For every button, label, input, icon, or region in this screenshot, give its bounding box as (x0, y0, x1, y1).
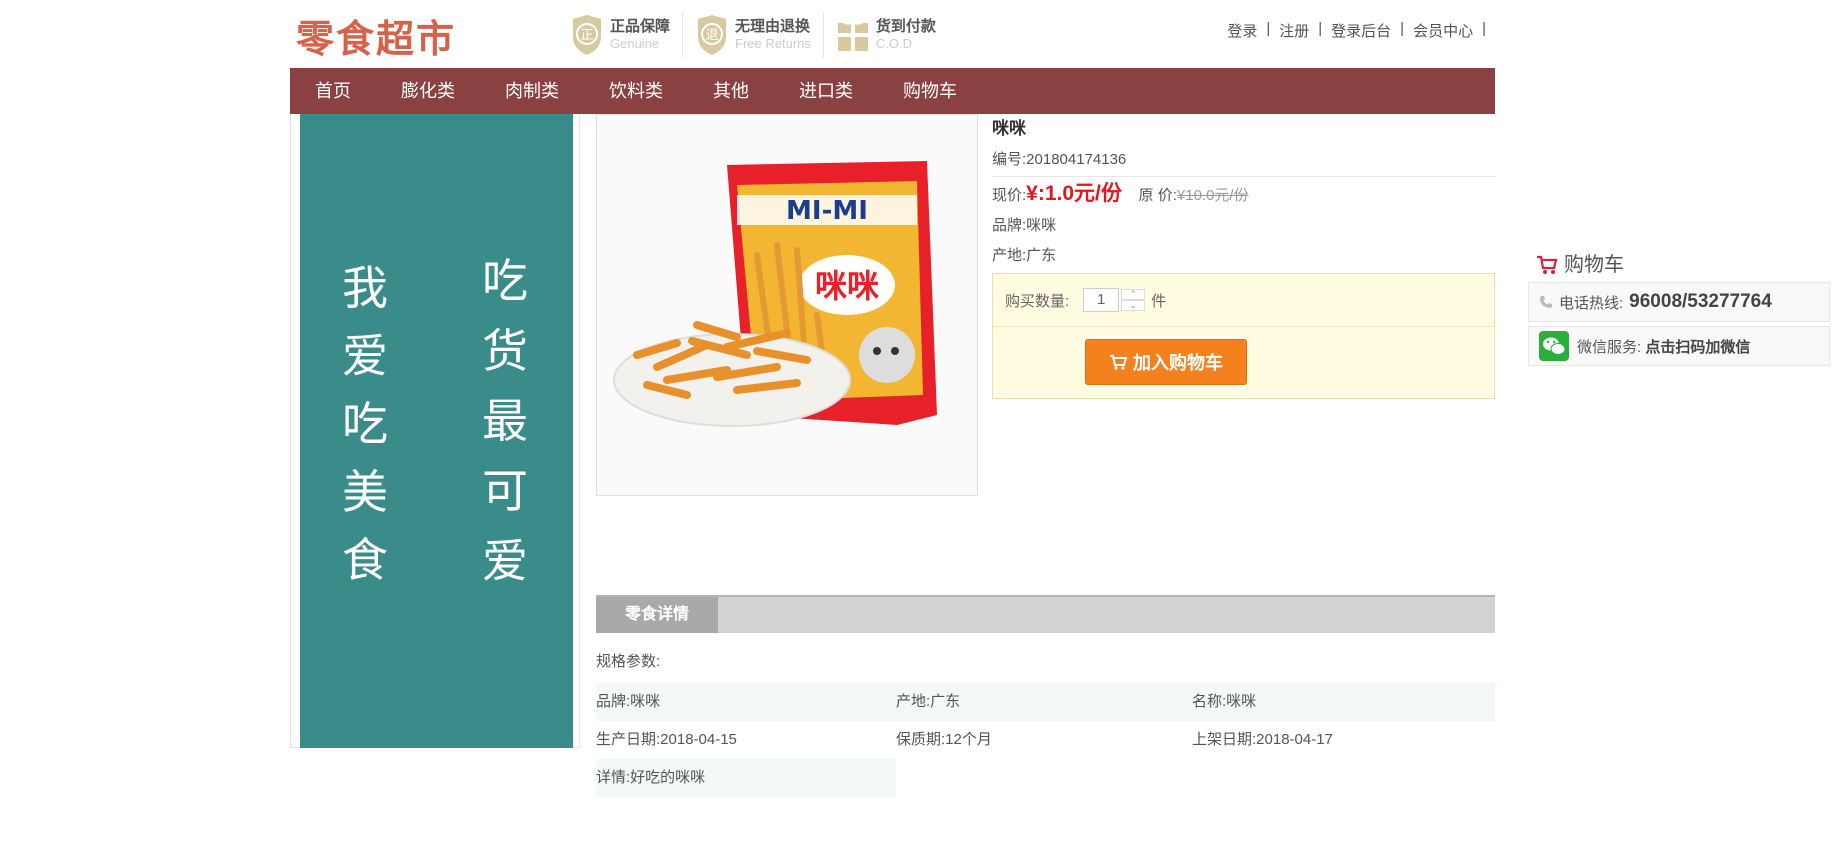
cart-icon (1537, 255, 1558, 274)
guarantee-title: 无理由退换 (735, 18, 811, 35)
nav-imported[interactable]: 进口类 (774, 68, 878, 114)
wechat-scan-link[interactable]: 点击扫码加微信 (1645, 336, 1750, 357)
banner-char: 吃 (342, 397, 388, 451)
price-row: 现价:¥:1.0元/份 原 价:¥10.0元/份 (992, 177, 1495, 211)
guarantee-subtitle: C.O.D (875, 36, 913, 51)
guarantee-title: 货到付款 (875, 18, 936, 35)
guarantee-subtitle: Free Returns (735, 36, 811, 51)
detail-tab-bar: 零食详情 (596, 595, 1495, 633)
guarantee-badges: 正 正品保障 Genuine 退 无理由退换 Free Returns 货到付款 C.… (558, 12, 948, 58)
nav-other[interactable]: 其他 (688, 68, 774, 114)
product-photo: MI-MI 咪咪 (613, 161, 937, 427)
nav-home[interactable]: 首页 (290, 68, 376, 114)
spec-row: 生产日期:2018-04-15 保质期:12个月 上架日期:2018-04-17 (596, 721, 1495, 759)
product-origin: 产地:广东 (992, 247, 1057, 264)
banner-char: 爱 (482, 534, 528, 588)
spec-production-date: 生产日期:2018-04-15 (596, 731, 737, 748)
site-logo[interactable]: 零食超市 (296, 8, 456, 63)
cart-icon (1110, 355, 1127, 370)
main-nav: 首页 膨化类 肉制类 饮料类 其他 进口类 购物车 (290, 68, 1495, 114)
spec-row: 品牌:咪咪 产地:广东 名称:咪咪 (596, 683, 1495, 721)
product-brand: 品牌:咪咪 (992, 217, 1057, 234)
admin-login-link[interactable]: 登录后台 (1331, 20, 1391, 41)
spec-brand: 品牌:咪咪 (596, 693, 661, 710)
banner-char: 食 (342, 533, 388, 587)
link-separator: | (1318, 20, 1323, 37)
banner-char: 爱 (342, 329, 388, 383)
floating-sidebar: 购物车 电话热线: 96008/53277764 微信服务: 点击扫码加微信 (1528, 248, 1830, 370)
guarantee-returns: 退 无理由退换 Free Returns (683, 12, 824, 58)
quantity-decrease-icon[interactable]: ⌄ (1121, 300, 1146, 311)
side-banner-frame: 我 爱 吃 美 食 吃 货 最 可 爱 (290, 114, 580, 748)
product-info: 咪咪 编号:201804174136 现价:¥:1.0元/份 原 价:¥10.0… (992, 114, 1495, 399)
original-price-label: 原 价: (1138, 187, 1177, 204)
nav-meat[interactable]: 肉制类 (480, 68, 584, 114)
guarantee-genuine: 正 正品保障 Genuine (558, 12, 684, 58)
spec-listing-date: 上架日期:2018-04-17 (1192, 731, 1333, 748)
top-links: 登录 | 注册 | 登录后台 | 会员中心 | (1227, 20, 1495, 41)
svg-text:退: 退 (706, 28, 719, 43)
spec-description: 详情:好吃的咪咪 (596, 769, 706, 786)
product-name: 咪咪 (992, 119, 1026, 138)
banner-char: 美 (342, 465, 388, 519)
quantity-label: 购买数量: (1005, 292, 1070, 310)
banner-char: 最 (482, 394, 528, 448)
site-header: 零食超市 正 正品保障 Genuine 退 无理由退换 Free Returns 货… (290, 0, 1495, 68)
sidebar-cart-link[interactable]: 购物车 (1528, 248, 1830, 282)
spec-shelf-life: 保质期:12个月 (896, 731, 992, 748)
link-separator: | (1400, 20, 1405, 37)
returns-shield-icon: 退 (695, 15, 729, 55)
guarantee-cod: 货到付款 C.O.D (824, 12, 948, 58)
nav-puffed[interactable]: 膨化类 (376, 68, 480, 114)
hotline-number: 96008/53277764 (1629, 291, 1772, 312)
quantity-unit: 件 (1151, 292, 1167, 310)
login-link[interactable]: 登录 (1227, 20, 1257, 41)
bag-brand-text: MI-MI (786, 196, 868, 226)
banner-char: 吃 (482, 254, 528, 308)
product-code: 编号:201804174136 (992, 144, 1495, 177)
register-link[interactable]: 注册 (1279, 20, 1309, 41)
quantity-input[interactable]: 1 (1083, 288, 1120, 312)
spec-name: 名称:咪咪 (1192, 693, 1257, 710)
sidebar-cart-label: 购物车 (1564, 254, 1624, 276)
member-center-link[interactable]: 会员中心 (1413, 20, 1473, 41)
banner-text-left: 我 爱 吃 美 食 (342, 254, 388, 594)
nav-drinks[interactable]: 饮料类 (584, 68, 688, 114)
wechat-label: 微信服务: (1577, 338, 1642, 356)
add-to-cart-button[interactable]: 加入购物车 (1085, 339, 1247, 385)
spec-title: 规格参数: (596, 653, 661, 670)
quantity-increase-icon[interactable]: ⌃ (1121, 289, 1146, 300)
banner-char: 可 (482, 464, 528, 518)
quantity-stepper: ⌃ ⌄ (1121, 289, 1146, 311)
add-to-cart-label: 加入购物车 (1133, 353, 1223, 373)
svg-text:正: 正 (580, 28, 593, 43)
banner-text-right: 吃 货 最 可 爱 (482, 246, 528, 596)
hotline-box: 电话热线: 96008/53277764 (1528, 282, 1830, 322)
phone-icon (1540, 296, 1552, 308)
nav-cart[interactable]: 购物车 (878, 68, 982, 114)
spec-origin: 产地:广东 (896, 693, 961, 710)
current-price-label: 现价: (992, 187, 1027, 204)
gift-box-icon (836, 16, 870, 54)
tab-snack-details[interactable]: 零食详情 (596, 597, 718, 633)
bag-name-text: 咪咪 (815, 267, 879, 305)
wechat-icon (1539, 331, 1569, 361)
hotline-label: 电话热线: (1559, 294, 1624, 312)
guarantee-title: 正品保障 (610, 18, 671, 35)
banner-char: 货 (482, 324, 528, 378)
guarantee-subtitle: Genuine (610, 36, 660, 51)
purchase-box: 购买数量: 1 ⌃ ⌄ 件 加入购物车 (992, 273, 1495, 399)
quantity-row: 购买数量: 1 ⌃ ⌄ 件 (993, 274, 1494, 327)
banner-char: 我 (342, 261, 388, 315)
link-separator: | (1482, 20, 1486, 37)
link-separator: | (1266, 20, 1271, 37)
current-price: ¥:1.0元/份 (1026, 182, 1122, 205)
original-price: ¥10.0元/份 (1176, 187, 1249, 204)
side-banner: 我 爱 吃 美 食 吃 货 最 可 爱 (300, 114, 573, 748)
genuine-shield-icon: 正 (570, 15, 604, 55)
spec-row: 详情:好吃的咪咪 (596, 759, 896, 797)
product-image[interactable]: MI-MI 咪咪 (596, 114, 978, 496)
wechat-box: 微信服务: 点击扫码加微信 (1528, 326, 1830, 366)
